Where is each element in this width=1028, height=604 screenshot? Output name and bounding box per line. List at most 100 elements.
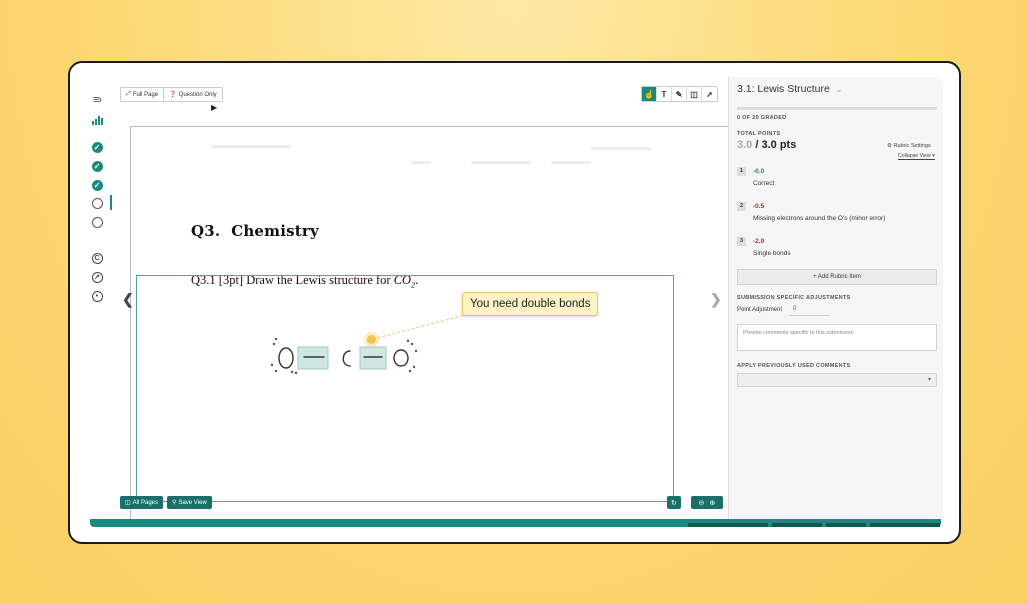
collapse-view-link[interactable]: Collapse View ▾ (898, 153, 935, 160)
question-only-label: Question Only (178, 91, 217, 98)
lone-pair-dot (294, 371, 298, 375)
stripe-segment (826, 523, 866, 527)
lone-pair-dot (406, 339, 410, 343)
highlight-box-left (297, 346, 329, 370)
save-view-button[interactable]: ⚲ Save View (167, 496, 212, 509)
rubric-settings-link[interactable]: ⚙ Rubric Settings (887, 143, 931, 149)
zoom-out-icon[interactable]: ⊖ (699, 499, 705, 507)
rubric-item-number: 3 (737, 237, 746, 246)
question-4-circle-icon[interactable] (90, 196, 104, 210)
target-icon[interactable]: • (90, 289, 104, 303)
rotate-icon: ↻ (671, 499, 677, 507)
stripe-segment (772, 523, 822, 527)
points-earned: 3.0 (737, 139, 753, 151)
handwritten-lewis-drawing (270, 337, 418, 375)
question-heading: Q3. Chemistry (191, 222, 319, 240)
zoom-controls: ↻ ⊖ ⊕ (667, 496, 723, 509)
faded-page-header (191, 139, 671, 179)
lone-pair-dot (414, 349, 418, 353)
rubric-item-description: Missing electrons around the O's (minor … (753, 215, 886, 222)
full-page-label: Full Page (132, 91, 159, 98)
highlight-box-right (359, 346, 387, 370)
lone-pair-dot (408, 369, 412, 373)
rubric-item-description: Correct (753, 180, 775, 187)
lone-pair-dot (274, 337, 278, 341)
rubric-settings-label: Rubric Settings (893, 143, 931, 149)
total-points-label: TOTAL POINTS (737, 131, 781, 137)
next-page-chevron-icon[interactable]: ❯ (710, 291, 722, 308)
question-title: Chemistry (231, 222, 319, 240)
point-adjustment-label: Point Adjustment (737, 307, 783, 313)
comment-bubble[interactable]: You need double bonds (462, 292, 599, 316)
submission-comments-field[interactable]: Provide comments specific to this submis… (737, 324, 937, 351)
lone-pair-dot (270, 363, 274, 367)
expand-icon: ⤢ (126, 91, 131, 97)
lone-pair-dot (272, 342, 276, 346)
zoom-in-icon[interactable]: ⊕ (709, 499, 715, 507)
point-adjustment-input[interactable]: 0 (789, 306, 829, 316)
rubric-item-description: Single bonds (753, 250, 791, 257)
annotation-tools: ☝ T ✎ ◫ ➚ (641, 86, 718, 102)
pin-tool-icon[interactable]: ➚ (702, 87, 717, 101)
points-display: 3.0 / 3.0 pts (737, 139, 796, 151)
previous-comments-select[interactable]: ▾ (737, 373, 937, 387)
previous-page-chevron-icon[interactable]: ❮ (122, 291, 134, 308)
rubric-item-points: -0.5 (753, 203, 765, 210)
collapse-view-label: Collapse View (898, 153, 931, 159)
gear-icon: ⚙ (887, 143, 892, 149)
adjustments-heading: SUBMISSION SPECIFIC ADJUSTMENTS (737, 295, 851, 301)
chevron-down-icon: ⌄ (835, 84, 843, 94)
app-window: ≡› ✓ ✓ ✓ C ↗ • ⤢ Full Page ❓ Question On… (68, 61, 961, 544)
rubric-item-number: 2 (737, 202, 746, 211)
zoom-button-group: ⊖ ⊕ (690, 496, 723, 509)
points-total: / 3.0 pts (752, 139, 797, 151)
previous-comments-heading: APPLY PREVIOUSLY USED COMMENTS (737, 363, 851, 369)
all-pages-label: All Pages (132, 499, 159, 506)
stats-icon[interactable] (90, 113, 104, 127)
question-1-check-icon[interactable]: ✓ (90, 140, 104, 154)
chevron-down-icon: ▾ (932, 153, 935, 159)
grading-panel: 3.1: Lewis Structure ⌄ 0 OF 20 GRADED TO… (728, 77, 943, 519)
chevron-down-icon: ▾ (927, 377, 931, 383)
carbon-glyph (342, 350, 351, 367)
pages-icon: ◫ (125, 500, 131, 506)
lone-pair-dot (290, 370, 294, 374)
rotate-button[interactable]: ↻ (667, 496, 681, 509)
rubric-item-points: -0.0 (753, 168, 765, 175)
all-pages-button[interactable]: ◫ All Pages (120, 496, 164, 509)
question-only-button[interactable]: ❓ Question Only (164, 88, 222, 101)
comment-pin-icon[interactable] (367, 335, 376, 344)
question-5-circle-icon[interactable] (90, 215, 104, 229)
pointer-tool-icon[interactable]: ☝ (642, 87, 657, 101)
stripe-segment (688, 523, 768, 527)
active-question-indicator (110, 195, 112, 210)
panel-title: 3.1: Lewis Structure (737, 83, 830, 95)
question-3-check-icon[interactable]: ✓ (90, 178, 104, 192)
view-toggle-group: ⤢ Full Page ❓ Question Only (120, 87, 223, 102)
pen-tool-icon[interactable]: ✎ (672, 87, 687, 101)
copyright-icon[interactable]: C (90, 251, 104, 265)
question-selector[interactable]: 3.1: Lewis Structure ⌄ (737, 83, 843, 95)
question-2-check-icon[interactable]: ✓ (90, 159, 104, 173)
arrow-circle-icon[interactable]: ↗ (90, 270, 104, 284)
stripe-segment (870, 523, 940, 527)
search-icon: ⚲ (172, 500, 177, 506)
box-tool-icon[interactable]: ◫ (687, 87, 702, 101)
text-tool-icon[interactable]: T (657, 87, 672, 101)
lone-pair-dot (274, 369, 278, 373)
lone-pair-dot (410, 342, 414, 346)
oxygen-right-glyph (393, 349, 409, 367)
save-view-label: Save View (178, 499, 207, 506)
rubric-item-number: 1 (737, 167, 746, 176)
add-rubric-item-button[interactable]: + Add Rubric Item (737, 269, 937, 285)
full-page-button[interactable]: ⤢ Full Page (121, 88, 165, 101)
mouse-cursor-icon: ▶ (211, 103, 218, 112)
grading-progress-bar (737, 107, 937, 110)
menu-icon[interactable]: ≡› (90, 93, 104, 107)
graded-count: 0 OF 20 GRADED (737, 115, 787, 121)
comment-text: You need double bonds (470, 298, 591, 310)
question-icon: ❓ (169, 92, 177, 98)
lone-pair-dot (412, 365, 416, 369)
oxygen-left-glyph (278, 347, 294, 369)
rubric-item-points: -2.0 (753, 238, 765, 245)
